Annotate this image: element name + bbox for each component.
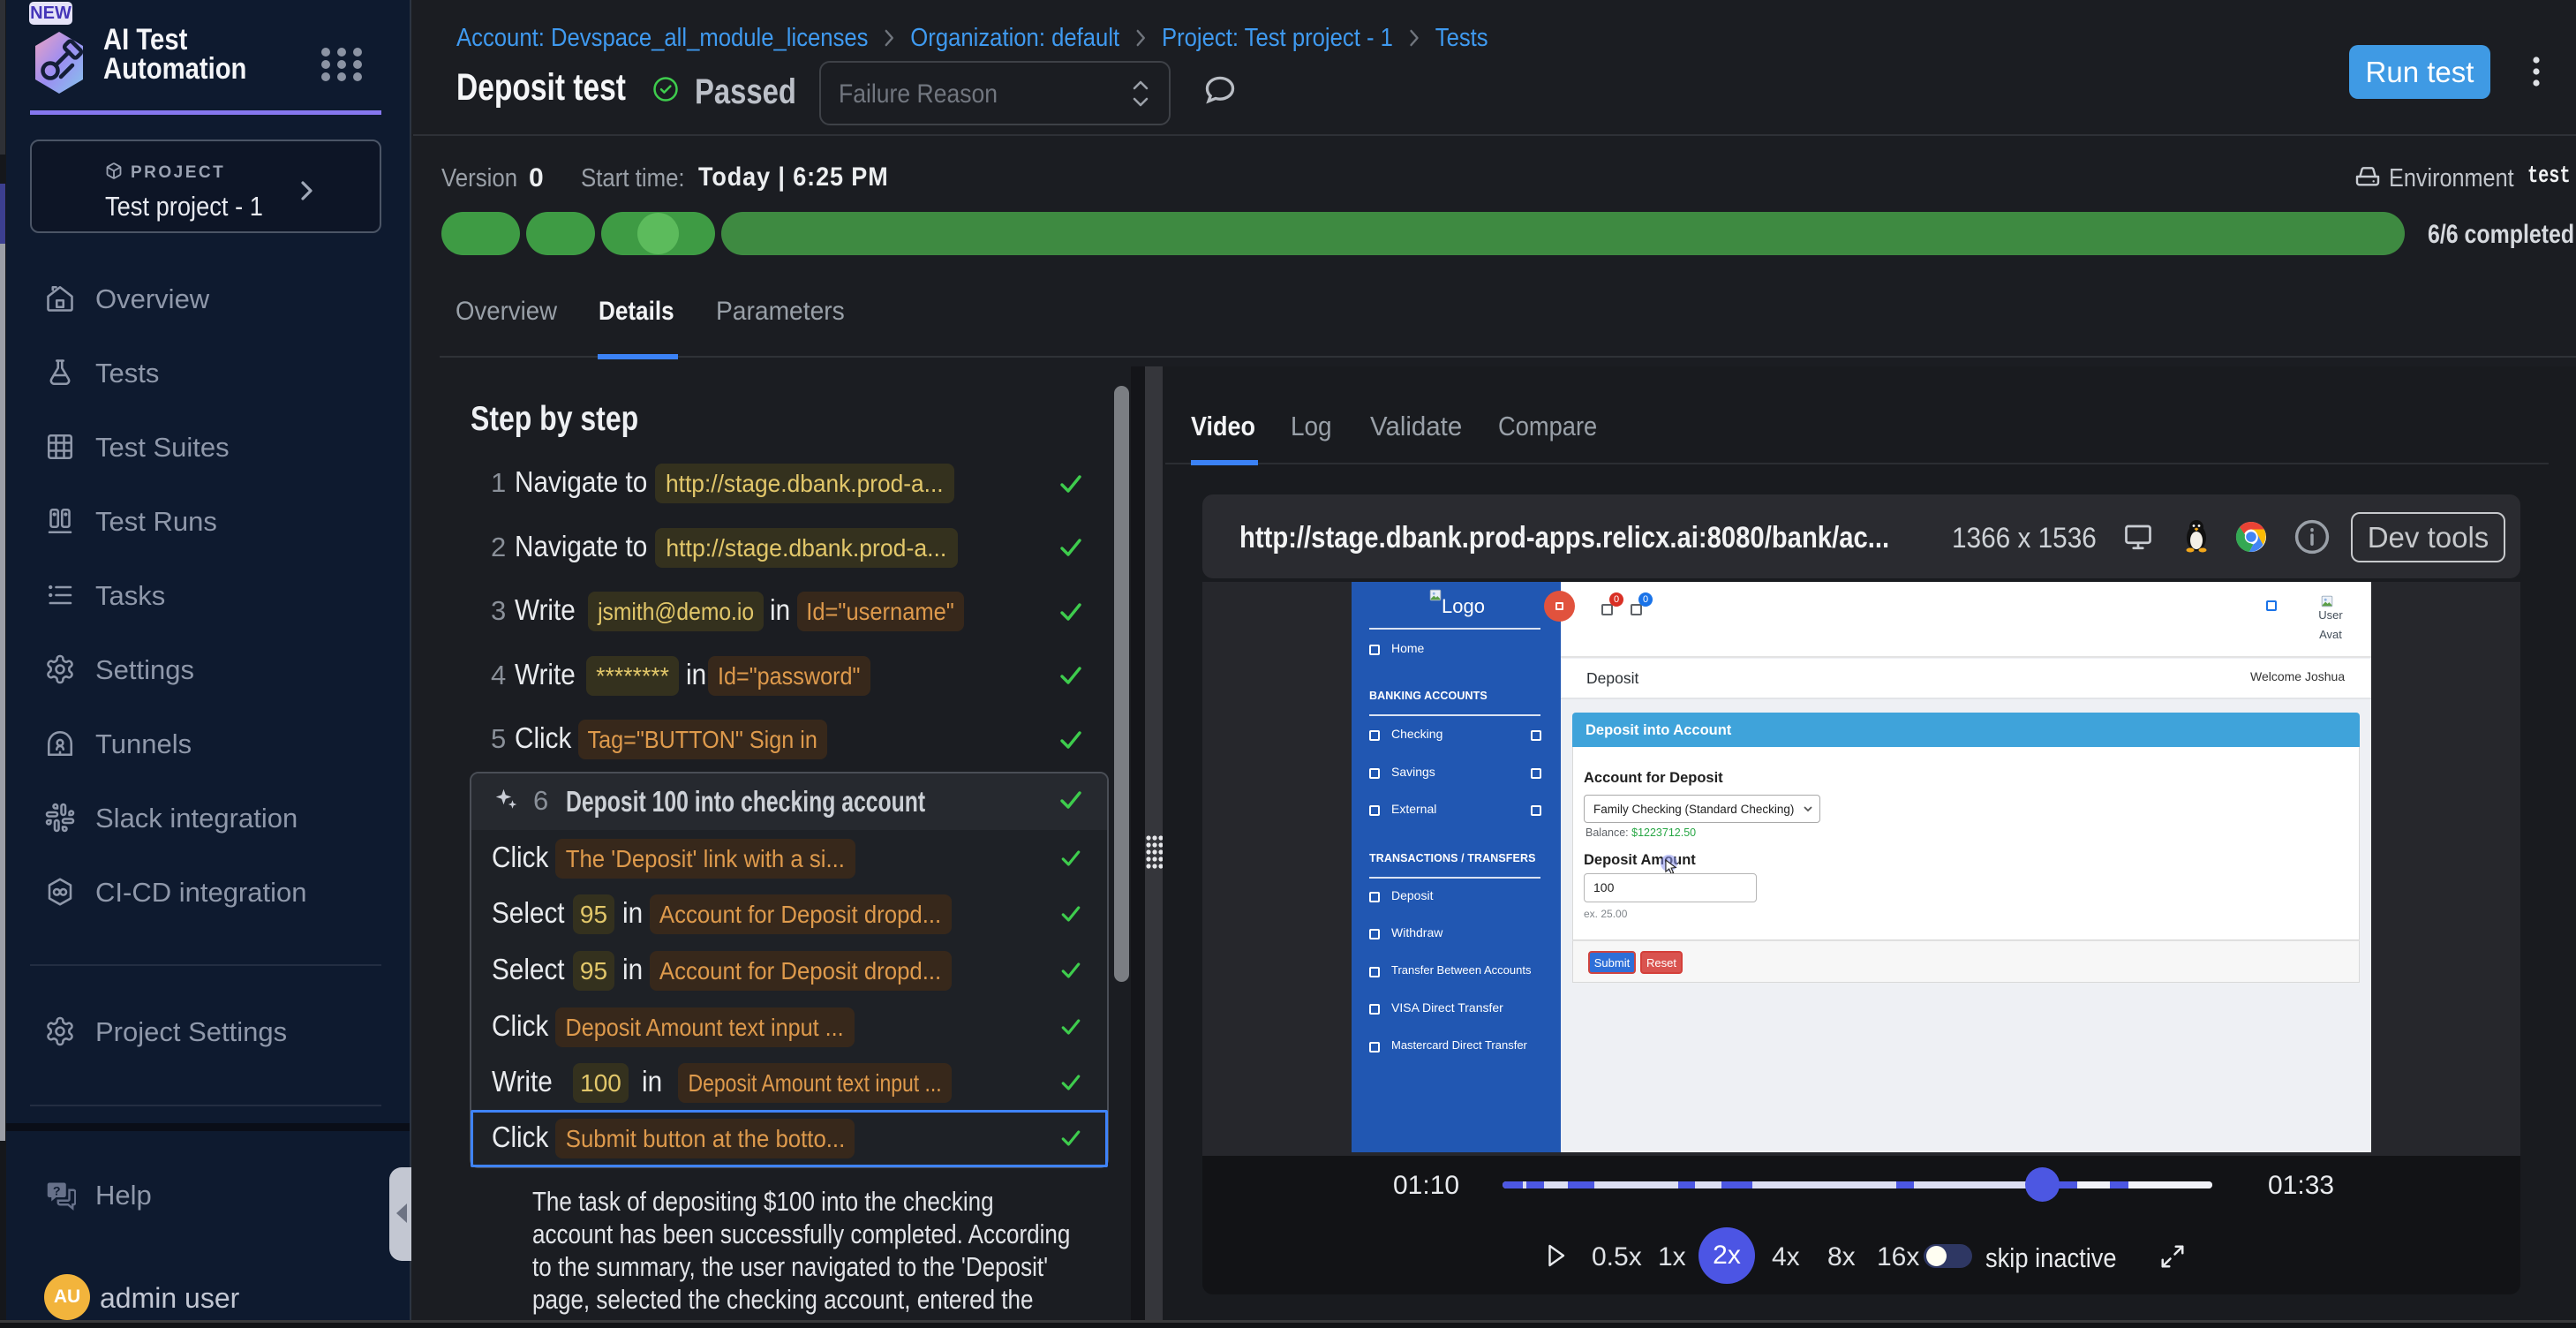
svg-text:?: ? [53, 1184, 61, 1198]
